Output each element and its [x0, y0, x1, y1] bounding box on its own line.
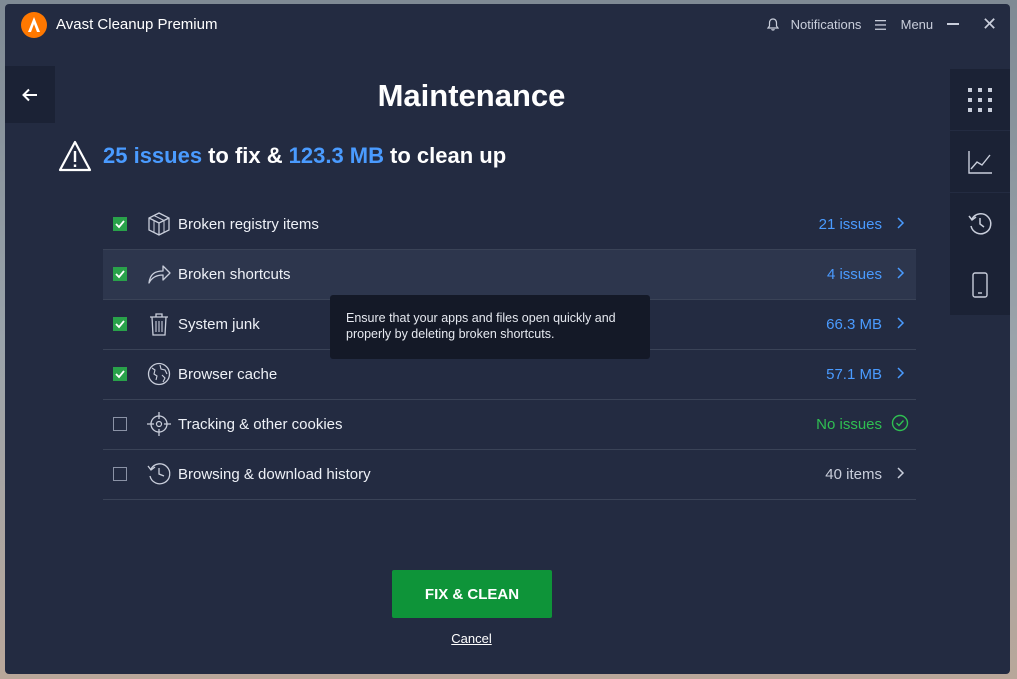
- grid-icon: [968, 88, 992, 112]
- cancel-link[interactable]: Cancel: [5, 631, 938, 646]
- crosshair-icon: [147, 412, 171, 436]
- summary-to-clean: to clean up: [390, 143, 507, 168]
- chevron-right-icon[interactable]: [890, 463, 910, 483]
- cleanup-size: 123.3 MB: [288, 143, 385, 168]
- page-title: Maintenance: [377, 78, 566, 113]
- item-value: 21 issues: [818, 216, 882, 233]
- history-clock-icon: [147, 463, 171, 485]
- notifications-button[interactable]: Notifications: [766, 17, 862, 32]
- list-item-broken-shortcuts[interactable]: Broken shortcuts 4 issues: [103, 250, 916, 300]
- app-title: Avast Cleanup Premium: [56, 16, 218, 33]
- chevron-right-icon[interactable]: [890, 263, 910, 283]
- menu-label: Menu: [900, 17, 934, 32]
- item-label: Browser cache: [178, 366, 278, 383]
- bell-icon: [766, 18, 780, 31]
- list-item-browsing-history[interactable]: Browsing & download history 40 items: [103, 450, 916, 500]
- checkbox-tracking-cookies[interactable]: [113, 417, 127, 431]
- phone-icon: [972, 272, 988, 298]
- issues-count: 25 issues: [103, 143, 203, 168]
- warning-icon: [58, 140, 92, 172]
- checkbox-browser-cache[interactable]: [113, 367, 127, 381]
- hamburger-icon: [875, 20, 886, 30]
- checkbox-broken-shortcuts[interactable]: [113, 267, 127, 281]
- item-label: Browsing & download history: [178, 466, 371, 483]
- history-icon: [968, 213, 992, 235]
- app-window: Avast Cleanup Premium Notifications Menu…: [5, 4, 1010, 674]
- chart-icon: [968, 151, 992, 174]
- item-value: No issues: [816, 416, 882, 433]
- menu-button[interactable]: Menu: [875, 17, 933, 32]
- chevron-right-icon[interactable]: [890, 213, 910, 233]
- fix-and-clean-button[interactable]: FIX & CLEAN: [392, 570, 552, 618]
- checkbox-system-junk[interactable]: [113, 317, 127, 331]
- shortcut-arrow-icon: [148, 265, 171, 284]
- checkmark-icon: [115, 370, 125, 379]
- trash-icon: [150, 313, 168, 336]
- list-item-tracking-cookies[interactable]: Tracking & other cookies No issues: [103, 400, 916, 450]
- sidebar-performance-button[interactable]: [950, 131, 1010, 192]
- list-item-broken-registry[interactable]: Broken registry items 21 issues: [103, 200, 916, 250]
- checkbox-browsing-history[interactable]: [113, 467, 127, 481]
- sidebar-mobile-button[interactable]: [950, 254, 1010, 315]
- item-label: System junk: [178, 316, 260, 333]
- avast-logo-icon: [21, 12, 47, 38]
- checkbox-broken-registry[interactable]: [113, 217, 127, 231]
- issues-summary: 25 issues to fix & 123.3 MB to clean up: [58, 138, 512, 174]
- shortcuts-tooltip: Ensure that your apps and files open qui…: [330, 295, 650, 359]
- item-value: 4 issues: [826, 266, 882, 283]
- checkmark-icon: [115, 270, 125, 279]
- checkmark-icon: [115, 220, 125, 229]
- item-value: 66.3 MB: [826, 316, 882, 333]
- item-value: 40 items: [825, 466, 882, 483]
- checkmark-icon: [115, 320, 125, 329]
- title-bar: Avast Cleanup Premium Notifications Menu…: [5, 4, 1010, 46]
- sidebar-dashboard-button[interactable]: [950, 69, 1010, 130]
- close-button[interactable]: ✕: [982, 14, 997, 35]
- item-label: Broken registry items: [178, 216, 319, 233]
- summary-to-fix: to fix &: [208, 143, 283, 168]
- check-circle-icon: [891, 414, 909, 432]
- item-label: Broken shortcuts: [178, 266, 291, 283]
- chevron-right-icon[interactable]: [890, 313, 910, 333]
- notifications-label: Notifications: [790, 17, 862, 32]
- chevron-right-icon[interactable]: [890, 363, 910, 383]
- minimize-button[interactable]: [947, 23, 959, 25]
- item-label: Tracking & other cookies: [178, 416, 343, 433]
- globe-icon: [147, 362, 171, 386]
- sidebar-history-button[interactable]: [950, 193, 1010, 254]
- registry-cube-icon: [148, 212, 170, 236]
- item-value: 57.1 MB: [826, 366, 882, 383]
